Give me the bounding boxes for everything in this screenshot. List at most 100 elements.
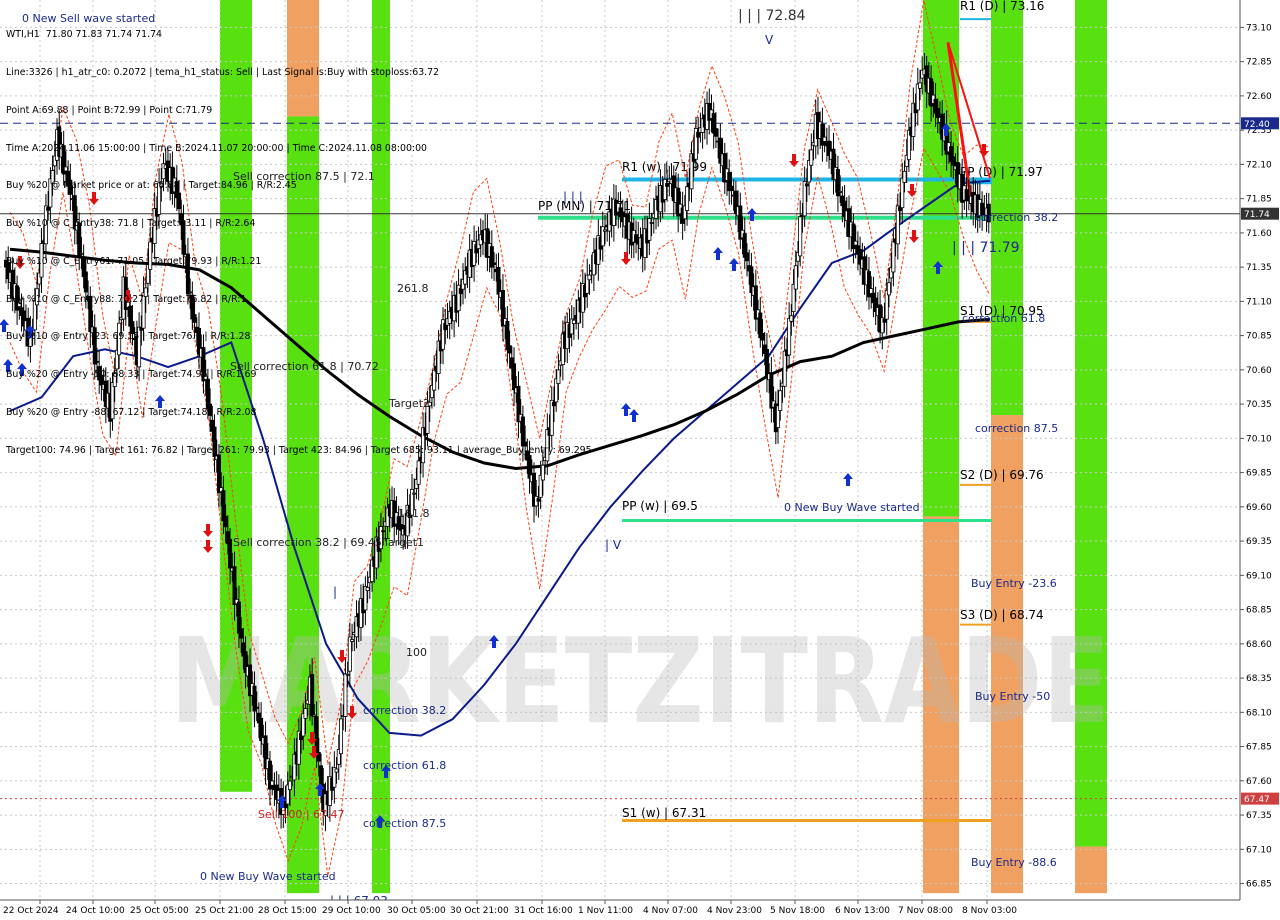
annotation-label-23: Buy Entry -23.6 bbox=[971, 577, 1057, 590]
annotation-label-24: Buy Entry -50 bbox=[975, 690, 1050, 703]
price-tick-label-7: 71.35 bbox=[1246, 263, 1272, 273]
candle-body bbox=[345, 673, 350, 676]
pivot-label-2: PP (D) | 71.97 bbox=[960, 165, 1043, 179]
sell-arrow-icon bbox=[789, 154, 799, 167]
candle-body bbox=[343, 673, 348, 717]
sell-arrow-icon bbox=[909, 230, 919, 243]
annotation-label-13: 100 bbox=[406, 646, 427, 659]
candle-body bbox=[334, 768, 339, 773]
buy-arrow-icon bbox=[629, 409, 639, 422]
price-tick-label-21: 67.85 bbox=[1246, 743, 1272, 753]
sell-arrow-icon bbox=[203, 540, 213, 553]
price-tick-label-11: 70.35 bbox=[1246, 400, 1272, 410]
price-tick-label-17: 68.85 bbox=[1246, 606, 1272, 616]
annotation-label-11: 161.8 bbox=[398, 507, 430, 520]
candle-body bbox=[764, 348, 769, 378]
info-line-buy-market: Buy %20 @ Market price or at: 69.88 | Ta… bbox=[6, 180, 297, 192]
candle-body bbox=[347, 636, 352, 672]
candle-body bbox=[902, 171, 907, 183]
annotation-label-21: correction 61.8 bbox=[363, 759, 446, 772]
info-line-buy-entry38: Buy %10 @ C_Entry38: 71.8 | Target:93.11… bbox=[6, 218, 256, 230]
candle-body bbox=[365, 587, 370, 592]
price-tick-label-2: 72.60 bbox=[1246, 92, 1272, 102]
buy-arrow-icon bbox=[713, 247, 723, 260]
time-tick-label-13: 6 Nov 13:00 bbox=[835, 906, 890, 916]
candle-body bbox=[223, 516, 228, 528]
info-line-buy-entry-23: Buy %10 @ Entry -23: 69.15 | Target:76.1… bbox=[6, 331, 251, 343]
annotation-label-1: V bbox=[765, 33, 774, 47]
candle-body bbox=[232, 566, 237, 605]
annotation-label-4: | bbox=[333, 585, 337, 599]
price-tick-label-4: 72.10 bbox=[1246, 160, 1272, 170]
zone-band-6 bbox=[991, 0, 1023, 416]
pivot-label-5: S2 (D) | 69.76 bbox=[960, 468, 1044, 482]
annotation-label-15: 0 New Buy Wave started bbox=[200, 870, 336, 883]
candle-body bbox=[602, 229, 607, 232]
price-tick-label-12: 70.10 bbox=[1246, 434, 1272, 444]
price-tick-label-0: 73.10 bbox=[1246, 23, 1272, 33]
annotation-label-8: Sell correction 38.2 | 69.45 bbox=[233, 536, 382, 549]
price-badge-label-2: 67.47 bbox=[1244, 795, 1270, 805]
pivot-label-8: S1 (w) | 67.31 bbox=[622, 806, 706, 820]
price-tick-label-16: 69.10 bbox=[1246, 571, 1272, 581]
price-tick-label-18: 68.60 bbox=[1246, 640, 1272, 650]
annotation-label-25: Buy Entry -88.6 bbox=[971, 856, 1057, 869]
time-tick-label-15: 8 Nov 03:00 bbox=[962, 906, 1017, 916]
time-tick-label-14: 7 Nov 08:00 bbox=[898, 906, 953, 916]
price-tick-label-14: 69.60 bbox=[1246, 503, 1272, 513]
candle-body bbox=[662, 179, 667, 200]
price-tick-label-20: 68.10 bbox=[1246, 708, 1272, 718]
candle-body bbox=[886, 282, 891, 296]
candle-body bbox=[809, 149, 814, 166]
price-tick-label-13: 69.85 bbox=[1246, 469, 1272, 479]
info-line-times: Time A:2024.11.06 15:00:00 | Time B:2024… bbox=[6, 142, 427, 154]
price-tick-label-8: 71.10 bbox=[1246, 297, 1272, 307]
candle-body bbox=[793, 265, 798, 290]
info-line-points: Point A:69.88 | Point B:72.99 | Point C:… bbox=[6, 104, 213, 116]
candle-body bbox=[820, 123, 825, 146]
candle-body bbox=[918, 82, 923, 89]
time-tick-label-1: 24 Oct 10:00 bbox=[66, 906, 125, 916]
candle-body bbox=[287, 780, 292, 791]
candle-body bbox=[895, 205, 900, 245]
candle-body bbox=[891, 241, 896, 273]
candle-body bbox=[270, 780, 275, 786]
candle-body bbox=[350, 639, 355, 642]
price-tick-label-25: 66.85 bbox=[1246, 880, 1272, 890]
candle-body bbox=[822, 136, 827, 142]
candle-body bbox=[838, 191, 843, 193]
info-line-buy-entry-88: Buy %20 @ Entry -88: 67.12 | Target:74.1… bbox=[6, 407, 257, 418]
annotation-label-12: Target1 bbox=[382, 536, 424, 549]
annotation-label-22: correction 87.5 bbox=[363, 817, 446, 830]
candle-body bbox=[338, 718, 343, 755]
candle-body bbox=[236, 601, 241, 634]
candle-body bbox=[412, 492, 417, 495]
time-tick-label-3: 25 Oct 21:00 bbox=[195, 906, 254, 916]
annotation-label-17: correction 38.2 bbox=[975, 211, 1058, 224]
candle-body bbox=[536, 498, 541, 502]
annotation-label-14: Sell 100 | 67.47 bbox=[258, 808, 345, 821]
annotation-label-16: 0 New Buy Wave started bbox=[784, 501, 920, 514]
time-tick-label-0: 22 Oct 2024 bbox=[3, 906, 59, 916]
candle-body bbox=[744, 252, 749, 262]
candle-body bbox=[804, 183, 809, 187]
annotation-label-18: correction 61.8 bbox=[962, 312, 1045, 325]
time-tick-label-8: 31 Oct 16:00 bbox=[514, 906, 573, 916]
price-tick-label-22: 67.60 bbox=[1246, 777, 1272, 787]
annotation-label-0: | | | 72.84 bbox=[738, 8, 806, 24]
buy-arrow-icon bbox=[843, 473, 853, 486]
info-line-symbol: WTI,H1 71.80 71.83 71.74 71.74 bbox=[6, 29, 163, 41]
candle-body bbox=[802, 180, 807, 217]
info-line-targets: Target100: 74.96 | Target 161: 76.82 | T… bbox=[6, 444, 592, 456]
price-tick-label-9: 70.85 bbox=[1246, 332, 1272, 342]
time-tick-label-7: 30 Oct 21:00 bbox=[450, 906, 509, 916]
zone-band-9 bbox=[1075, 846, 1107, 894]
price-tick-label-10: 70.60 bbox=[1246, 366, 1272, 376]
price-badge-label-1: 71.74 bbox=[1244, 210, 1270, 220]
time-tick-label-12: 5 Nov 18:00 bbox=[770, 906, 825, 916]
price-tick-label-1: 72.85 bbox=[1246, 58, 1272, 68]
buy-arrow-icon bbox=[621, 403, 631, 416]
candle-body bbox=[312, 714, 317, 717]
candle-body bbox=[789, 315, 794, 322]
price-badge-label-0: 72.40 bbox=[1244, 120, 1270, 130]
